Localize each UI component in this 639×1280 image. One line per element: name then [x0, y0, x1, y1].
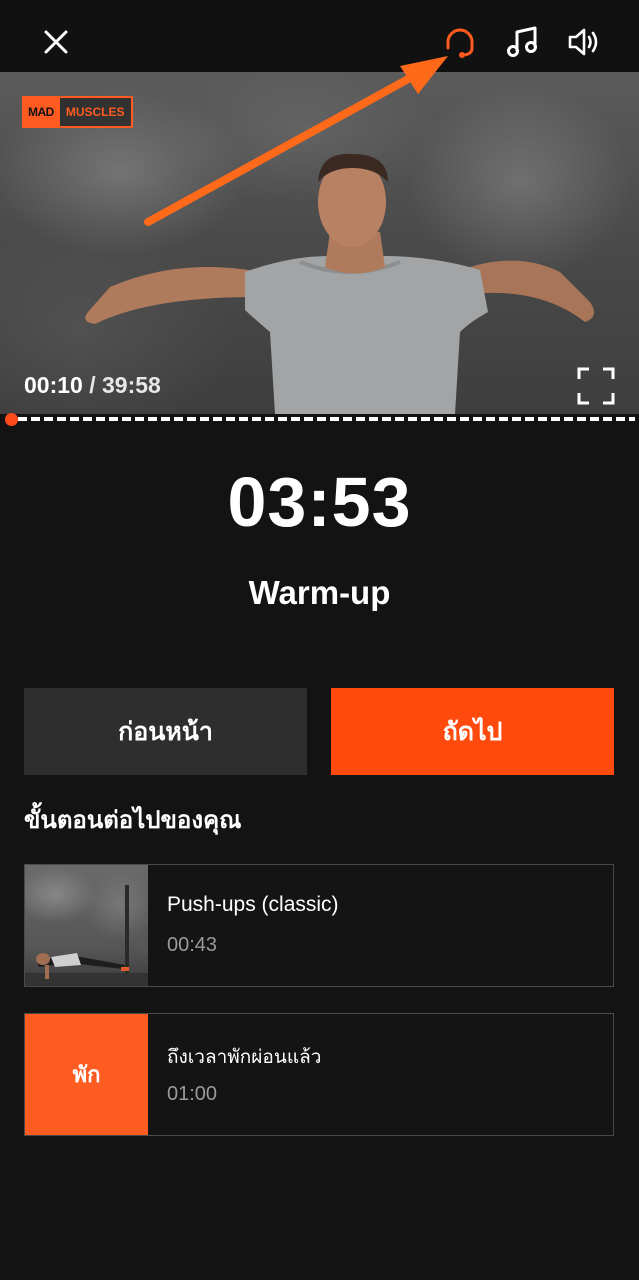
- step-duration: 01:00: [167, 1083, 218, 1105]
- exercise-title: Warm-up: [248, 574, 391, 611]
- tutorial-arrow: [144, 56, 448, 226]
- step-name: ถึงเวลาพักผ่อนแล้ว: [167, 1046, 322, 1068]
- exercise-countdown: 03:53: [227, 463, 412, 541]
- progress-track: [18, 417, 635, 421]
- step-duration: 00:43: [167, 934, 218, 956]
- fullscreen-icon[interactable]: [576, 366, 616, 406]
- video-time-display: 00:10 / 39:58: [24, 372, 161, 399]
- next-step-item[interactable]: Push-ups (classic) 00:43: [24, 864, 614, 987]
- rest-badge: พัก: [25, 1014, 148, 1135]
- video-progress-bar[interactable]: [0, 413, 639, 426]
- next-steps-heading: ขั้นตอนต่อไปของคุณ: [24, 806, 242, 834]
- total-time: 39:58: [102, 372, 161, 398]
- step-name: Push-ups (classic): [167, 893, 339, 916]
- time-separator: /: [82, 372, 102, 398]
- progress-handle[interactable]: [5, 413, 18, 426]
- previous-button[interactable]: ก่อนหน้า: [24, 688, 307, 775]
- next-button[interactable]: ถัดไป: [331, 688, 614, 775]
- exercise-thumbnail: [25, 865, 148, 986]
- current-time: 00:10: [24, 372, 83, 398]
- next-step-item[interactable]: พัก ถึงเวลาพักผ่อนแล้ว 01:00: [24, 1013, 614, 1136]
